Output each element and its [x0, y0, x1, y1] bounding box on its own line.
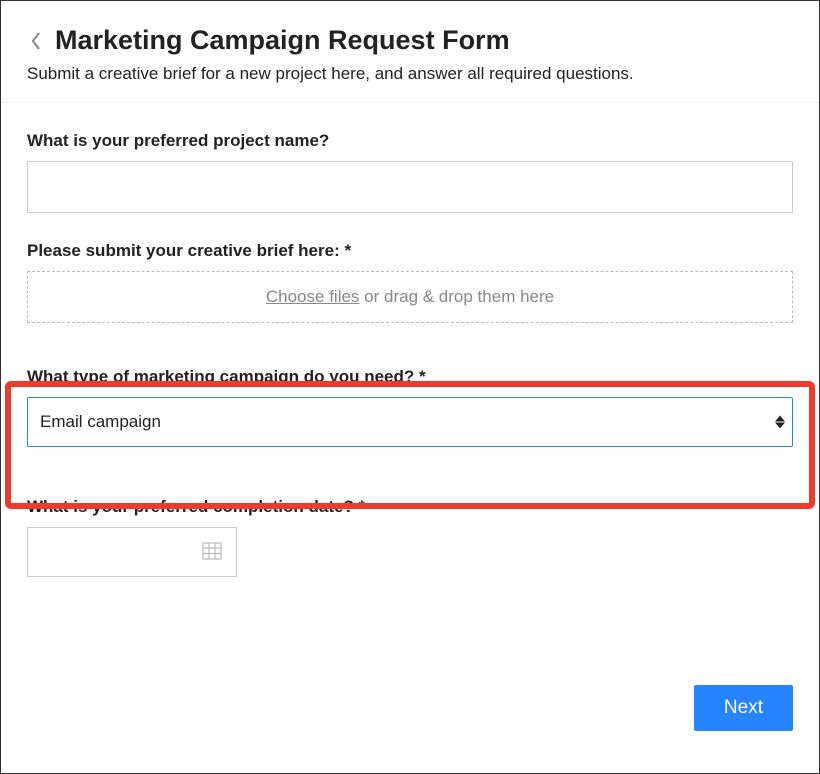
back-icon[interactable] [27, 32, 45, 50]
form-footer: Next [694, 685, 793, 731]
project-name-label: What is your preferred project name? [27, 131, 793, 151]
campaign-type-select[interactable]: Email campaign [27, 397, 793, 447]
completion-date-input[interactable] [27, 527, 237, 577]
file-dropzone[interactable]: Choose files or drag & drop them here [27, 271, 793, 323]
field-campaign-type: What type of marketing campaign do you n… [27, 351, 793, 447]
field-completion-date: What is your preferred completion date? … [27, 497, 793, 577]
creative-brief-label: Please submit your creative brief here: … [27, 241, 793, 261]
drag-drop-text: or drag & drop them here [359, 287, 554, 306]
campaign-type-selected: Email campaign [40, 412, 161, 432]
calendar-icon [202, 540, 222, 565]
field-creative-brief: Please submit your creative brief here: … [27, 241, 793, 323]
form-body: What is your preferred project name? Ple… [1, 103, 819, 625]
completion-date-label: What is your preferred completion date? … [27, 497, 793, 517]
page-title: Marketing Campaign Request Form [55, 25, 510, 56]
next-button[interactable]: Next [694, 685, 793, 731]
campaign-type-label: What type of marketing campaign do you n… [27, 367, 793, 387]
field-project-name: What is your preferred project name? [27, 131, 793, 213]
form-header: Marketing Campaign Request Form Submit a… [1, 1, 819, 103]
project-name-input[interactable] [27, 161, 793, 213]
page-subtitle: Submit a creative brief for a new projec… [27, 64, 793, 84]
choose-files-link[interactable]: Choose files [266, 287, 360, 306]
